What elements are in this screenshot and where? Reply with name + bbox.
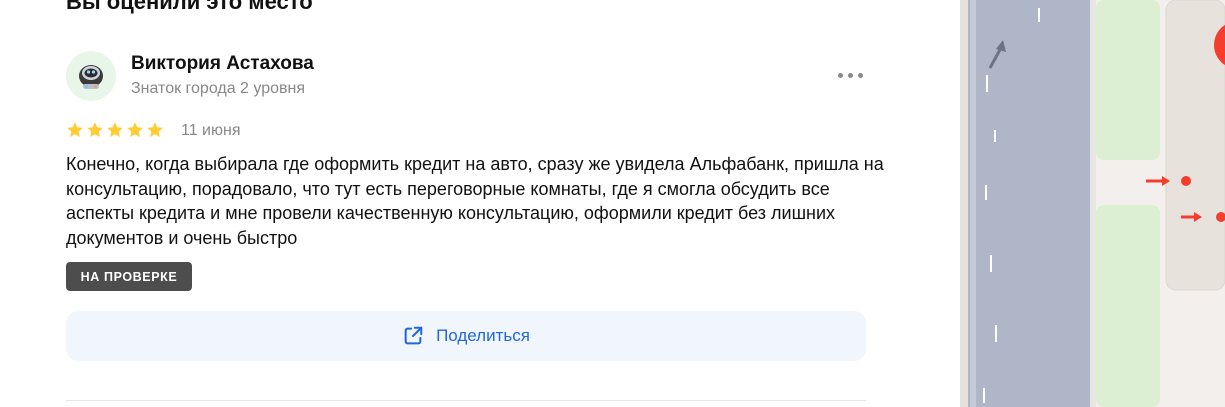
more-dots-icon	[838, 73, 843, 78]
share-label: Поделиться	[436, 326, 530, 345]
map-canvas[interactable]	[960, 0, 1225, 407]
share-button[interactable]: Поделиться	[66, 311, 866, 361]
review-date: 11 июня	[181, 122, 241, 139]
review-text: Конечно, когда выбирала где оформить кре…	[66, 154, 884, 248]
status-badge: НА ПРОВЕРКЕ	[66, 262, 192, 291]
star-icon	[67, 122, 83, 137]
star-icon	[87, 122, 103, 137]
more-options-button[interactable]	[836, 66, 866, 84]
author-name[interactable]: Виктория Астахова	[131, 53, 314, 75]
reviews-panel: Вы оценили это место Виктория Астахова З…	[0, 0, 960, 407]
section-title: Вы оценили это место	[66, 0, 313, 14]
rating-stars	[66, 121, 164, 141]
author-avatar[interactable]	[66, 51, 116, 101]
star-icon	[107, 122, 123, 137]
author-level: Знаток города 2 уровня	[131, 80, 306, 97]
star-icon	[127, 122, 143, 137]
map-view[interactable]	[960, 0, 1225, 407]
star-icon	[147, 122, 163, 137]
divider	[66, 400, 866, 401]
share-external-icon	[404, 326, 423, 345]
